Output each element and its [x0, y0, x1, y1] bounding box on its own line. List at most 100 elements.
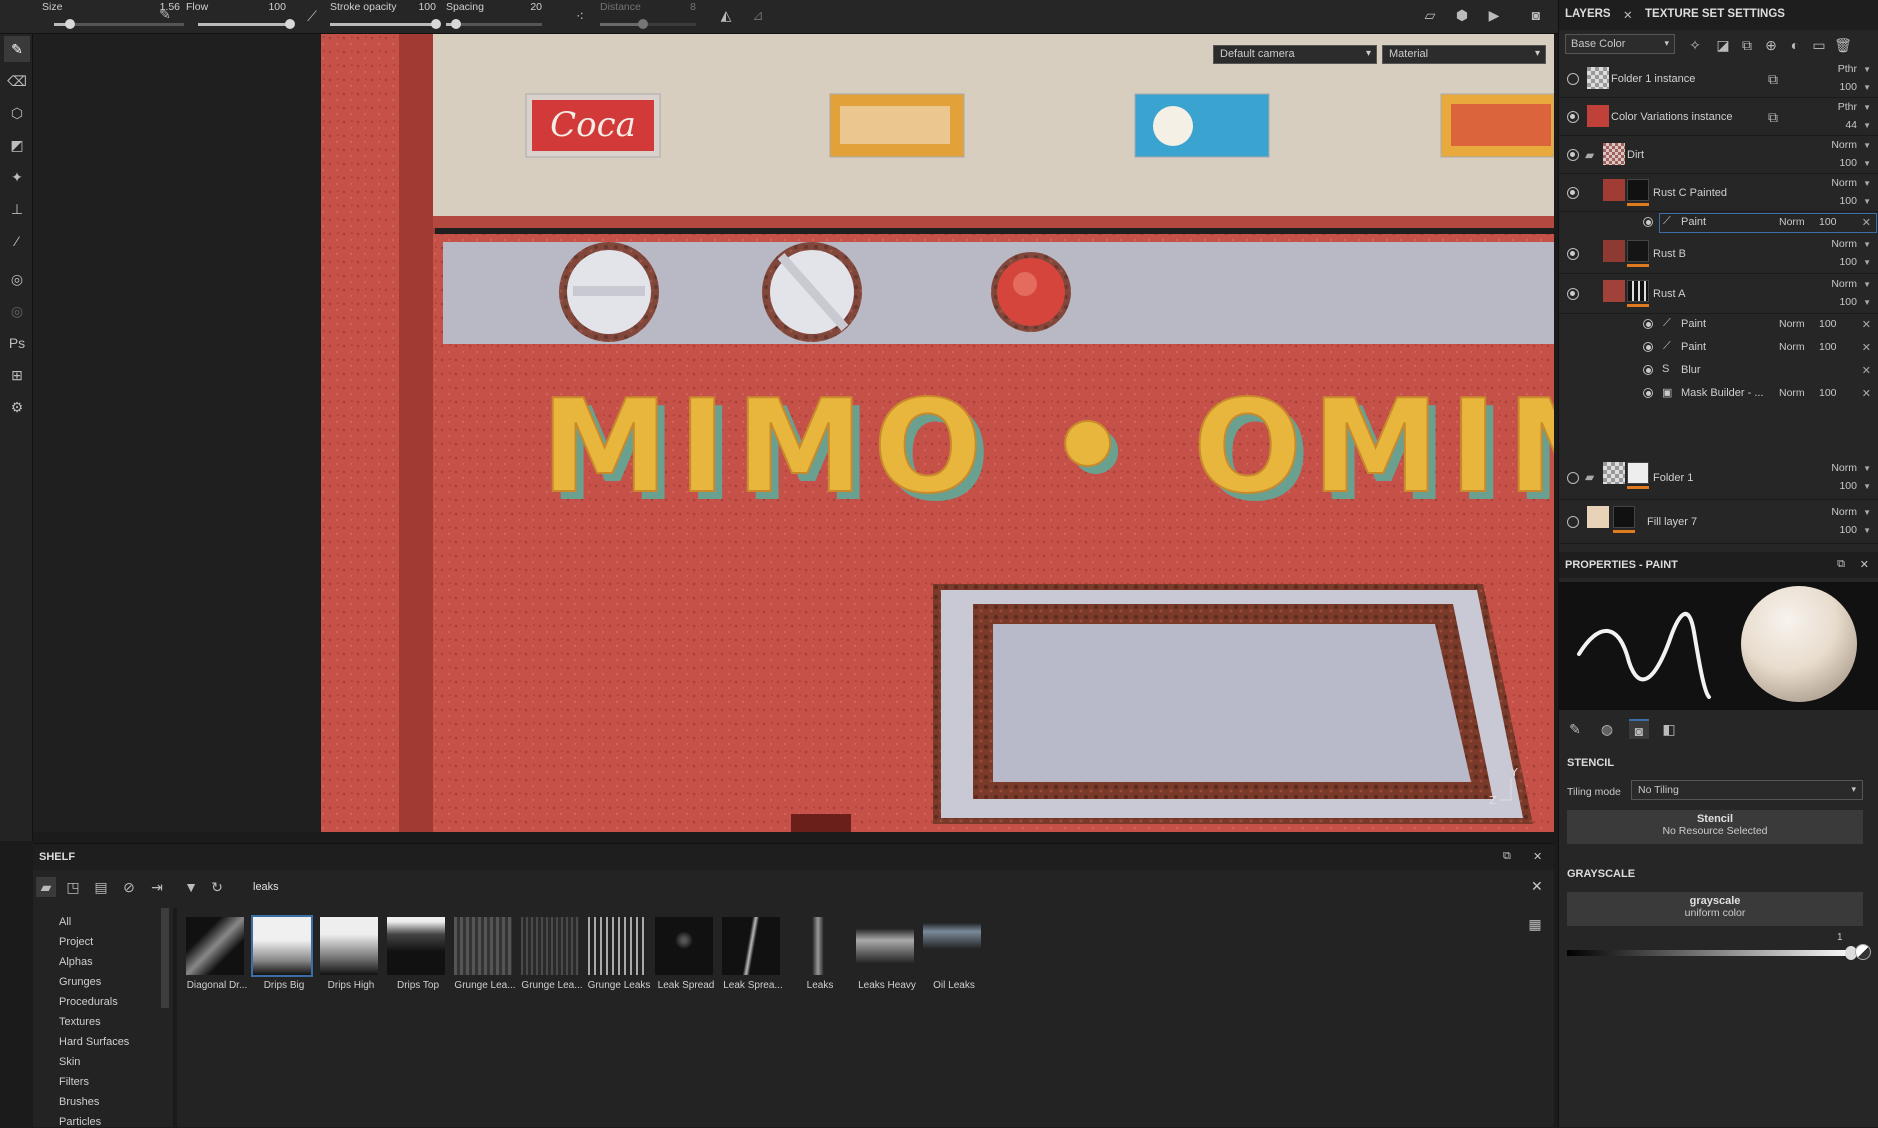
layer-opacity[interactable]: 100 — [1839, 480, 1857, 492]
layer-blend[interactable]: Norm — [1831, 462, 1857, 474]
mask-thumbnail[interactable] — [1627, 240, 1649, 262]
delete-layer-icon[interactable]: 🗑 — [1833, 35, 1853, 55]
category-item[interactable]: All — [59, 916, 71, 928]
layer-opacity[interactable]: 100 — [1839, 195, 1857, 207]
grayscale-slider[interactable] — [1567, 946, 1857, 960]
distance-slider[interactable] — [600, 19, 696, 29]
category-item[interactable]: Alphas — [59, 956, 93, 968]
effect-row[interactable]: S Blur ✕ — [1559, 360, 1878, 382]
spacing-value[interactable]: 20 — [506, 1, 542, 13]
layer-blend[interactable]: Norm — [1831, 139, 1857, 151]
stencil-resource-button[interactable]: Stencil No Resource Selected — [1567, 810, 1863, 844]
tab-layers-close-icon[interactable]: ✕ — [1623, 8, 1633, 22]
visibility-toggle[interactable] — [1567, 73, 1579, 85]
stroke-opacity-slider[interactable] — [330, 19, 441, 29]
visibility-toggle[interactable] — [1643, 342, 1653, 352]
layer-blend[interactable]: Norm — [1831, 238, 1857, 250]
flow-slider[interactable] — [198, 19, 295, 29]
tab-layers[interactable]: LAYERS — [1565, 8, 1611, 20]
material-tab-icon[interactable]: ◍ — [1597, 719, 1617, 739]
mask-thumbnail[interactable] — [1627, 280, 1649, 302]
layer-opacity[interactable]: 100 — [1839, 81, 1857, 93]
brush-tab-icon[interactable]: ✎ — [1565, 719, 1585, 739]
category-item[interactable]: Particles — [59, 1116, 101, 1128]
layer-opacity[interactable]: 100 — [1839, 157, 1857, 169]
layer-row[interactable]: ▰ Folder 1 Norm 100 ▼ ▼ — [1559, 456, 1878, 500]
viewport-3d[interactable]: Coca MIMO • OMIM MIMO • OMIM Y Z Default… — [33, 34, 1554, 832]
layer-opacity[interactable]: 100 — [1839, 296, 1857, 308]
size-param[interactable]: Size 1.56 — [42, 0, 184, 34]
effect-opacity[interactable]: 100 — [1819, 318, 1837, 330]
distance-param[interactable]: Distance 8 — [600, 0, 700, 34]
category-item[interactable]: Filters — [59, 1076, 89, 1088]
effect-blend[interactable]: Norm — [1779, 387, 1805, 399]
flow-pen-icon[interactable]: ✎ — [155, 4, 175, 24]
viewport-2d-icon[interactable]: ▱ — [1420, 5, 1440, 25]
layer-blend[interactable]: Pthr — [1838, 63, 1857, 75]
search-input[interactable]: leaks — [253, 881, 279, 893]
add-effect-icon[interactable]: ✧ — [1685, 35, 1705, 55]
close-icon[interactable]: ✕ — [1862, 364, 1871, 377]
tab-texture-set-settings[interactable]: TEXTURE SET SETTINGS — [1645, 8, 1785, 20]
flow-param[interactable]: Flow 100 — [186, 0, 295, 34]
layer-opacity[interactable]: 44 — [1845, 119, 1857, 131]
tiling-select[interactable]: No Tiling ▾ — [1631, 780, 1863, 800]
visibility-toggle[interactable] — [1567, 187, 1579, 199]
category-item[interactable]: Brushes — [59, 1096, 99, 1108]
save-icon[interactable]: ▤ — [91, 877, 111, 897]
grayscale-value[interactable]: 1 — [1837, 932, 1843, 943]
effect-opacity[interactable]: 100 — [1819, 387, 1837, 399]
settings-icon[interactable]: ⚙ — [4, 394, 30, 420]
visibility-toggle[interactable] — [1567, 248, 1579, 260]
eraser-icon[interactable]: ⌫ — [4, 68, 30, 94]
close-icon[interactable]: ✕ — [1862, 318, 1871, 331]
add-fill-layer-icon[interactable]: ⧉ — [1737, 35, 1757, 55]
layer-row[interactable]: Folder 1 instance ⧉ Pthr 100 ▼ ▼ — [1559, 60, 1878, 98]
spacing-slider[interactable] — [446, 19, 542, 29]
layer-opacity[interactable]: 100 — [1839, 256, 1857, 268]
visibility-toggle[interactable] — [1567, 472, 1579, 484]
layer-blend[interactable]: Norm — [1831, 177, 1857, 189]
folder-icon[interactable]: ▰ — [36, 877, 56, 897]
effect-row[interactable]: ▣ Mask Builder - ... Norm 100 ✕ — [1559, 383, 1878, 405]
category-item[interactable]: Hard Surfaces — [59, 1036, 129, 1048]
visibility-toggle[interactable] — [1567, 149, 1579, 161]
categories-scrollbar[interactable] — [161, 908, 169, 1008]
add-layer-icon[interactable]: ⊕ — [1761, 35, 1781, 55]
lazy-mouse-icon[interactable]: ⊿ — [748, 5, 768, 25]
distance-value[interactable]: 8 — [660, 1, 696, 13]
refresh-icon[interactable]: ↻ — [207, 877, 227, 897]
polygon-fill-icon[interactable]: ◩ — [4, 132, 30, 158]
layer-row[interactable]: ▰ Dirt Norm 100 ▼ ▼ — [1559, 136, 1878, 174]
instance-icon[interactable]: ⧉ — [1763, 107, 1783, 127]
layer-row[interactable]: Rust A Norm 100 ▼ ▼ — [1559, 274, 1878, 314]
layer-opacity[interactable]: 100 — [1839, 524, 1857, 536]
projection-icon[interactable]: ⬡ — [4, 100, 30, 126]
visibility-toggle[interactable] — [1643, 388, 1653, 398]
filter-icon[interactable]: ▼ — [181, 877, 201, 897]
effect-blend[interactable]: Norm — [1779, 318, 1805, 330]
undock-icon[interactable]: ⧉ — [1503, 850, 1511, 863]
category-item[interactable]: Skin — [59, 1056, 80, 1068]
grid-view-icon[interactable]: ▦ — [1525, 914, 1545, 934]
undock-icon[interactable]: ⧉ — [1837, 558, 1845, 571]
stroke-opacity-param[interactable]: Stroke opacity 100 — [330, 0, 441, 34]
paint-brush-icon[interactable]: ✎ — [4, 36, 30, 62]
hide-icon[interactable]: ⊘ — [119, 877, 139, 897]
smudge-icon[interactable]: ✦ — [4, 164, 30, 190]
category-item[interactable]: Textures — [59, 1016, 101, 1028]
category-item[interactable]: Project — [59, 936, 93, 948]
effect-row[interactable]: ⟋ Paint Norm 100 ✕ — [1559, 212, 1878, 234]
flow-value[interactable]: 100 — [226, 1, 286, 13]
color-picker-icon[interactable]: ⁄ — [4, 228, 30, 254]
layer-row[interactable]: Color Variations instance ⧉ Pthr 44 ▼ ▼ — [1559, 98, 1878, 136]
layer-row[interactable]: Rust B Norm 100 ▼ ▼ — [1559, 234, 1878, 274]
visibility-toggle[interactable] — [1643, 217, 1653, 227]
bake-icon[interactable]: ◎ — [4, 266, 30, 292]
import-icon[interactable]: ⇥ — [147, 877, 167, 897]
clear-search-icon[interactable]: ✕ — [1531, 878, 1543, 895]
instance-icon[interactable]: ⧉ — [1763, 69, 1783, 89]
export-icon[interactable]: ⊞ — [4, 362, 30, 388]
add-smart-material-icon[interactable]: ◐ — [1785, 35, 1805, 55]
effect-blend[interactable]: Norm — [1779, 216, 1805, 228]
